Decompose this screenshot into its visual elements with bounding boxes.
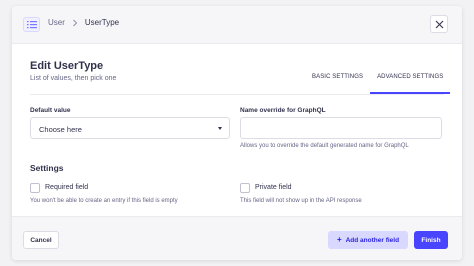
add-another-field-label: Add another field	[345, 236, 400, 244]
tabs-divider	[30, 94, 444, 95]
add-another-field-button[interactable]: + Add another field	[328, 231, 408, 249]
breadcrumb-parent[interactable]: User	[48, 18, 65, 27]
caret-down-icon	[218, 127, 222, 130]
plus-icon: +	[336, 235, 342, 244]
required-field-label[interactable]: Required field	[45, 184, 88, 191]
tab-basic-settings[interactable]: BASIC SETTINGS	[305, 68, 370, 94]
edit-field-modal: User UserType Edit UserType List of valu…	[12, 6, 462, 260]
graphql-name-hint: Allows you to override the default gener…	[240, 143, 409, 149]
required-field-hint: You won't be able to create an entry if …	[30, 198, 178, 204]
default-value-select[interactable]: Choose here	[30, 117, 230, 139]
cancel-button[interactable]: Cancel	[23, 231, 59, 249]
modal-header: User UserType	[12, 6, 462, 44]
graphql-name-label: Name override for GraphQL	[240, 107, 326, 114]
chevron-right-icon	[73, 19, 78, 26]
tab-advanced-settings[interactable]: ADVANCED SETTINGS	[370, 68, 451, 94]
settings-title: Settings	[30, 163, 64, 173]
finish-button[interactable]: Finish	[414, 231, 448, 249]
modal-subtitle: List of values, then pick one	[30, 75, 117, 82]
close-icon	[435, 20, 444, 29]
private-field-checkbox[interactable]	[240, 183, 250, 193]
default-value-label: Default value	[30, 107, 71, 114]
breadcrumb-current: UserType	[84, 18, 120, 27]
required-field-checkbox[interactable]	[30, 183, 40, 193]
breadcrumb: User UserType	[48, 18, 119, 27]
modal-title: Edit UserType	[30, 60, 104, 72]
modal-footer: Cancel + Add another field Finish	[12, 216, 462, 260]
close-button[interactable]	[430, 15, 448, 33]
private-field-label[interactable]: Private field	[255, 184, 292, 191]
enumeration-list-icon	[23, 17, 40, 32]
settings-tabs: BASIC SETTINGS ADVANCED SETTINGS	[305, 68, 451, 94]
graphql-name-input[interactable]	[240, 117, 442, 139]
default-value-selected: Choose here	[39, 125, 82, 134]
private-field-hint: This field will not show up in the API r…	[240, 198, 362, 204]
